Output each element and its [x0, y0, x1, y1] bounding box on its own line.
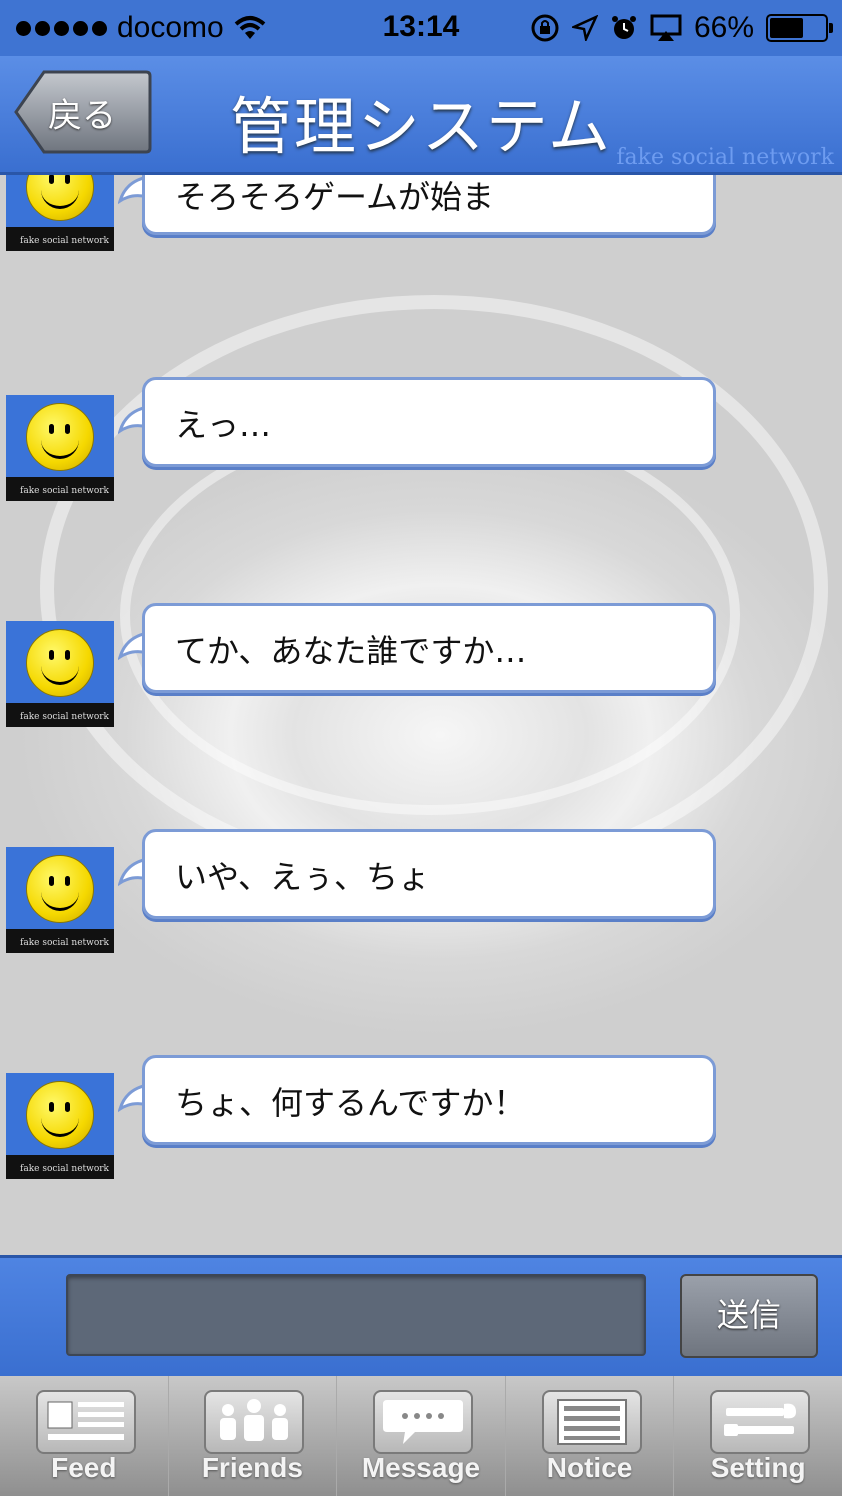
tab-friends[interactable]: Friends: [169, 1376, 338, 1496]
avatar[interactable]: fake social network: [6, 621, 114, 727]
smiley-icon: [26, 403, 94, 471]
notice-icon: [541, 1390, 642, 1454]
avatar-caption: fake social network: [20, 712, 110, 722]
battery-level: [770, 18, 803, 38]
status-right: 66%: [530, 10, 833, 46]
message-text: いや、えぅ、ちょ: [175, 858, 431, 896]
smiley-icon: [26, 855, 94, 923]
message-bubble[interactable]: えっ…: [142, 377, 716, 467]
tab-feed[interactable]: Feed: [0, 1376, 169, 1496]
list-item: fake social network そろそろゲームが始ま: [0, 175, 842, 255]
avatar[interactable]: fake social network: [6, 175, 114, 251]
message-bubble[interactable]: てか、あなた誰ですか…: [142, 603, 716, 693]
list-item: fake social network いや、えぅ、ちょ: [0, 829, 842, 953]
tab-notice-label: Notice: [546, 1452, 633, 1483]
avatar-caption: fake social network: [20, 236, 110, 246]
tab-feed-label: Feed: [51, 1452, 117, 1483]
message-text: えっ…: [175, 406, 272, 444]
avatar-caption: fake social network: [20, 938, 110, 948]
list-item: fake social network えっ…: [0, 377, 842, 501]
message-text: そろそろゲームが始ま: [175, 178, 495, 216]
avatar-caption: fake social network: [20, 486, 110, 496]
composer-bar: 送信: [0, 1255, 842, 1379]
avatar[interactable]: fake social network: [6, 847, 114, 953]
feed-icon: [35, 1390, 136, 1454]
setting-icon: [710, 1390, 811, 1454]
message-input[interactable]: [66, 1274, 646, 1356]
send-button[interactable]: 送信: [680, 1274, 818, 1358]
chat-area[interactable]: fake social network そろそろゲームが始ま fake soci…: [0, 175, 842, 1255]
message-bubble[interactable]: いや、えぅ、ちょ: [142, 829, 716, 919]
tab-bar: Feed Friends Message Notice Setting: [0, 1376, 842, 1496]
avatar[interactable]: fake social network: [6, 395, 114, 501]
smiley-icon: [26, 629, 94, 697]
watermark: fake social network: [616, 145, 834, 170]
alarm-icon: [611, 16, 636, 39]
status-bar: docomo 13:14 66%: [0, 0, 842, 56]
tab-setting[interactable]: Setting: [674, 1376, 842, 1496]
list-item: fake social network ちょ、何するんですか！: [0, 1055, 842, 1179]
location-icon: [571, 15, 598, 41]
message-icon: [372, 1390, 473, 1454]
avatar-caption: fake social network: [20, 1164, 110, 1174]
avatar[interactable]: fake social network: [6, 1073, 114, 1179]
battery-icon: [766, 14, 833, 42]
friends-icon: [204, 1390, 305, 1454]
message-text: てか、あなた誰ですか…: [175, 632, 527, 670]
tab-friends-label: Friends: [201, 1452, 303, 1483]
smiley-icon: [26, 175, 94, 221]
tab-message-label: Message: [361, 1452, 481, 1483]
message-text: ちょ、何するんですか！: [175, 1084, 526, 1122]
list-item: fake social network てか、あなた誰ですか…: [0, 603, 842, 727]
battery-percent: 66%: [693, 11, 754, 44]
nav-bar: 戻る 管理システム fake social network: [0, 56, 842, 175]
tab-setting-label: Setting: [710, 1452, 806, 1483]
message-bubble[interactable]: ちょ、何するんですか！: [142, 1055, 716, 1145]
tab-notice[interactable]: Notice: [506, 1376, 675, 1496]
tab-message[interactable]: Message: [337, 1376, 506, 1496]
message-bubble[interactable]: そろそろゲームが始ま: [142, 175, 716, 235]
smiley-icon: [26, 1081, 94, 1149]
airplay-icon: [650, 14, 682, 41]
orientation-lock-icon: [531, 14, 559, 42]
